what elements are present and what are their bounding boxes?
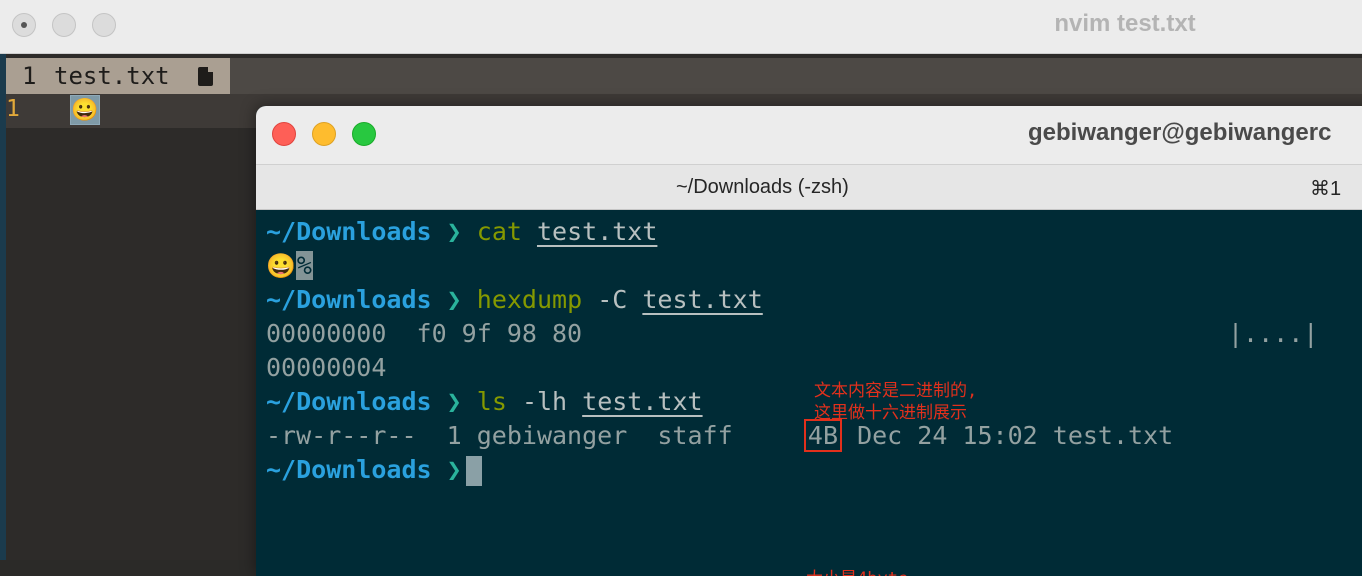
prompt-line-current: ~/Downloads ❯	[266, 454, 482, 486]
nvim-left-strip	[0, 54, 6, 560]
nvim-buffer-tab[interactable]: 1 test.txt	[6, 58, 230, 94]
output-line-cat: 😀%	[266, 250, 313, 282]
command-arg: test.txt	[642, 285, 763, 314]
hexdump-annotation: 文本内容是二进制的, 这里做十六进制展示	[814, 381, 978, 423]
output-line-ls: -rw-r--r-- 1 gebiwanger staff 4B Dec 24 …	[266, 419, 1174, 452]
close-button[interactable]	[272, 122, 296, 146]
prompt-chevron: ❯	[446, 285, 462, 314]
size-annotation: 大小是4byte	[806, 568, 908, 576]
command: ls	[476, 387, 507, 416]
terminal-titlebar: gebiwanger@gebiwangerc	[256, 106, 1362, 164]
no-newline-marker: %	[295, 251, 313, 280]
hex-offset: 00000000	[266, 319, 387, 348]
terminal-body[interactable]: ~/Downloads ❯ cat test.txt 😀% ~/Download…	[256, 210, 1362, 576]
zoom-button[interactable]	[352, 122, 376, 146]
nvim-tabline: 1 test.txt	[6, 58, 1362, 94]
terminal-tab-bar: ~/Downloads (-zsh) ⌘1	[256, 164, 1362, 210]
nvim-cursor-char[interactable]: 😀	[70, 95, 100, 125]
command: cat	[476, 217, 522, 246]
nvim-tab-number: 1	[22, 62, 37, 90]
nvim-window-title: nvim test.txt	[1054, 10, 1196, 37]
prompt-path: ~/Downloads	[266, 217, 432, 246]
file-links: 1	[446, 421, 462, 450]
prompt-chevron: ❯	[446, 455, 462, 484]
prompt-line-cat: ~/Downloads ❯ cat test.txt	[266, 216, 657, 248]
file-owner: gebiwanger	[476, 421, 628, 450]
prompt-line-ls: ~/Downloads ❯ ls -lh test.txt	[266, 386, 703, 418]
minimize-button[interactable]	[312, 122, 336, 146]
hex-offset-end: 00000004	[266, 353, 387, 382]
command-arg: test.txt	[536, 217, 658, 246]
command-arg: test.txt	[582, 387, 703, 416]
command-flag: -C	[597, 285, 628, 314]
terminal-tab-title[interactable]: ~/Downloads (-zsh)	[676, 176, 849, 199]
prompt-line-hexdump: ~/Downloads ❯ hexdump -C test.txt	[266, 284, 763, 316]
terminal-cursor	[465, 456, 482, 486]
file-name: test.txt	[1052, 421, 1174, 450]
tab-shortcut: ⌘1	[1310, 178, 1342, 200]
file-perms: -rw-r--r--	[266, 421, 417, 450]
nvim-tab-filename: test.txt	[54, 62, 170, 90]
hex-ascii: |....|	[1228, 319, 1319, 348]
command: hexdump	[476, 285, 583, 314]
file-group: staff	[657, 421, 733, 450]
nvim-titlebar: nvim test.txt	[0, 0, 1362, 54]
nvim-zoom-button[interactable]	[92, 13, 116, 37]
prompt-path: ~/Downloads	[266, 285, 432, 314]
output-line-hex-end: 00000004	[266, 352, 386, 384]
nvim-line-number: 1	[6, 96, 20, 122]
output-line-hex: 00000000 f0 9f 98 80	[266, 318, 582, 350]
prompt-path: ~/Downloads	[266, 455, 432, 484]
nvim-minimize-button[interactable]	[52, 13, 76, 37]
command-flag: -lh	[521, 387, 568, 416]
emoji-output: 😀	[266, 252, 296, 280]
prompt-path: ~/Downloads	[266, 387, 432, 416]
prompt-chevron: ❯	[446, 387, 462, 416]
file-date: Dec 24 15:02	[857, 421, 1038, 450]
terminal-window-title: gebiwanger@gebiwangerc	[1028, 119, 1332, 146]
prompt-chevron: ❯	[446, 217, 462, 246]
terminal-window: gebiwanger@gebiwangerc ~/Downloads (-zsh…	[256, 106, 1362, 576]
hex-bytes: f0 9f 98 80	[416, 319, 583, 348]
nvim-close-button[interactable]	[12, 13, 36, 37]
file-icon	[198, 67, 213, 86]
